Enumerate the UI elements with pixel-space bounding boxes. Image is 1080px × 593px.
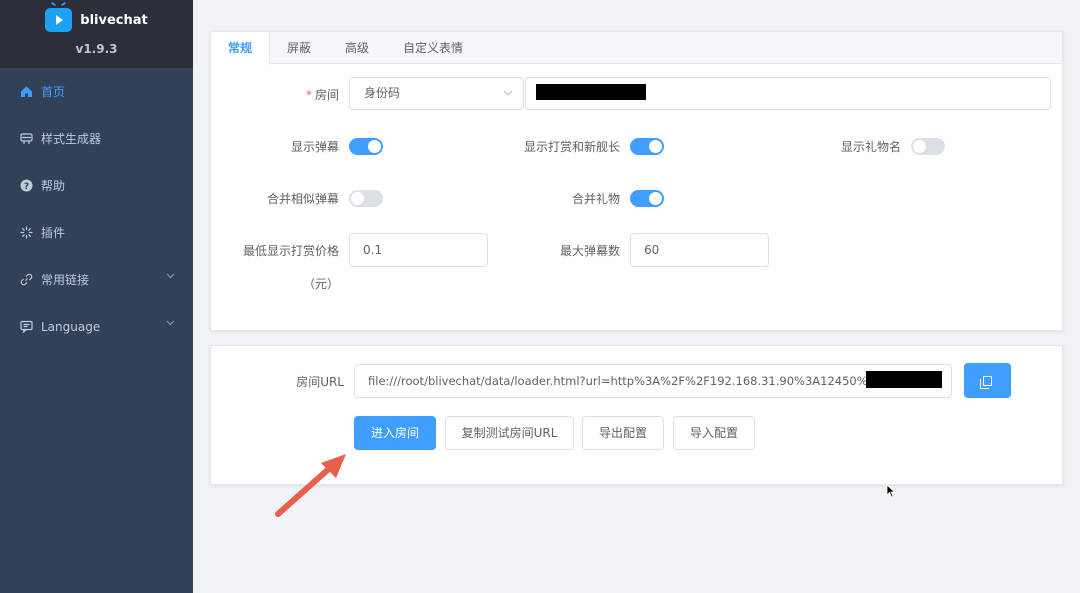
sidebar-item-help[interactable]: ? 帮助 (0, 162, 193, 209)
sidebar-item-label: 常用链接 (41, 273, 90, 287)
sidebar-item-language[interactable]: Language (0, 303, 193, 350)
copy-url-button[interactable] (964, 363, 1011, 398)
sidebar-item-home[interactable]: 首页 (0, 68, 193, 115)
sidebar-item-label: 插件 (41, 226, 66, 240)
sidebar-item-label: 样式生成器 (41, 132, 102, 146)
tab-custom-emoji[interactable]: 自定义表情 (386, 32, 480, 63)
chevron-down-icon (503, 78, 513, 122)
settings-tabs: 常规 屏蔽 高级 自定义表情 (211, 32, 1062, 65)
merge-similar-toggle[interactable] (349, 190, 383, 207)
room-url-value: file:///root/blivechat/data/loader.html?… (368, 374, 922, 388)
sidebar-item-style-generator[interactable]: 样式生成器 (0, 115, 193, 162)
copy-test-url-button[interactable]: 复制测试房间URL (445, 416, 574, 450)
plugin-icon (20, 226, 33, 239)
min-price-input[interactable]: 0.1 (349, 233, 488, 267)
app-version: v1.9.3 (75, 42, 118, 56)
tab-general[interactable]: 常规 (211, 32, 271, 65)
room-id-input[interactable] (525, 77, 1051, 110)
tab-advanced[interactable]: 高级 (328, 32, 386, 63)
show-danmaku-toggle[interactable] (349, 138, 383, 155)
min-price-label: 最低显示打赏价格 (242, 244, 339, 258)
app-name: blivechat (80, 12, 148, 28)
help-icon: ? (20, 179, 33, 192)
language-icon (20, 320, 33, 333)
annotation-arrow-icon (275, 454, 346, 517)
tab-block[interactable]: 屏蔽 (270, 32, 328, 63)
show-gift-name-toggle[interactable] (911, 138, 945, 155)
sidebar-item-label: Language (41, 319, 101, 334)
show-danmaku-label: 显示弹幕 (290, 140, 339, 154)
link-icon (20, 273, 33, 286)
show-gift-name-label: 显示礼物名 (840, 140, 901, 154)
show-gift-label: 显示打赏和新舰长 (523, 140, 620, 154)
palette-icon (20, 132, 33, 145)
svg-text:?: ? (24, 182, 29, 192)
room-url-input[interactable]: file:///root/blivechat/data/loader.html?… (354, 364, 952, 398)
sidebar-item-plugins[interactable]: 插件 (0, 209, 193, 256)
sidebar: blivechat v1.9.3 首页 样式生成器 ? 帮助 插件 常用链接 L… (0, 0, 193, 593)
brand: blivechat v1.9.3 (0, 0, 193, 68)
settings-card: 常规 屏蔽 高级 自定义表情 * 房间 身份码 显示弹幕 显示打赏和新舰长 显示礼… (210, 31, 1063, 331)
merge-similar-label: 合并相似弹幕 (266, 192, 339, 206)
import-config-button[interactable]: 导入配置 (673, 416, 755, 450)
room-type-select[interactable]: 身份码 (349, 77, 524, 110)
sidebar-item-label: 首页 (41, 85, 66, 99)
room-label: * 房间 (305, 88, 339, 102)
sidebar-item-links[interactable]: 常用链接 (0, 256, 193, 303)
merge-gift-label: 合并礼物 (571, 192, 620, 206)
home-icon (20, 85, 33, 98)
sidebar-nav: 首页 样式生成器 ? 帮助 插件 常用链接 Language (0, 68, 193, 350)
show-gift-toggle[interactable] (630, 138, 664, 155)
export-config-button[interactable]: 导出配置 (582, 416, 664, 450)
copy-icon (980, 375, 992, 389)
tv-logo-icon (45, 8, 73, 32)
max-danmaku-input[interactable]: 60 (630, 233, 769, 267)
redacted-room-id (536, 84, 646, 100)
enter-room-button[interactable]: 进入房间 (354, 416, 436, 450)
max-danmaku-label: 最大弹幕数 (559, 244, 620, 258)
sidebar-item-label: 帮助 (41, 179, 66, 193)
chevron-down-icon (166, 318, 175, 329)
chevron-down-icon (166, 271, 175, 282)
room-url-label: 房间URL (296, 375, 344, 389)
redacted-url-part (866, 371, 942, 388)
merge-gift-toggle[interactable] (630, 190, 664, 207)
room-type-value: 身份码 (364, 86, 401, 100)
mouse-cursor-icon (886, 484, 896, 498)
min-price-unit-label: （元） (302, 277, 339, 291)
